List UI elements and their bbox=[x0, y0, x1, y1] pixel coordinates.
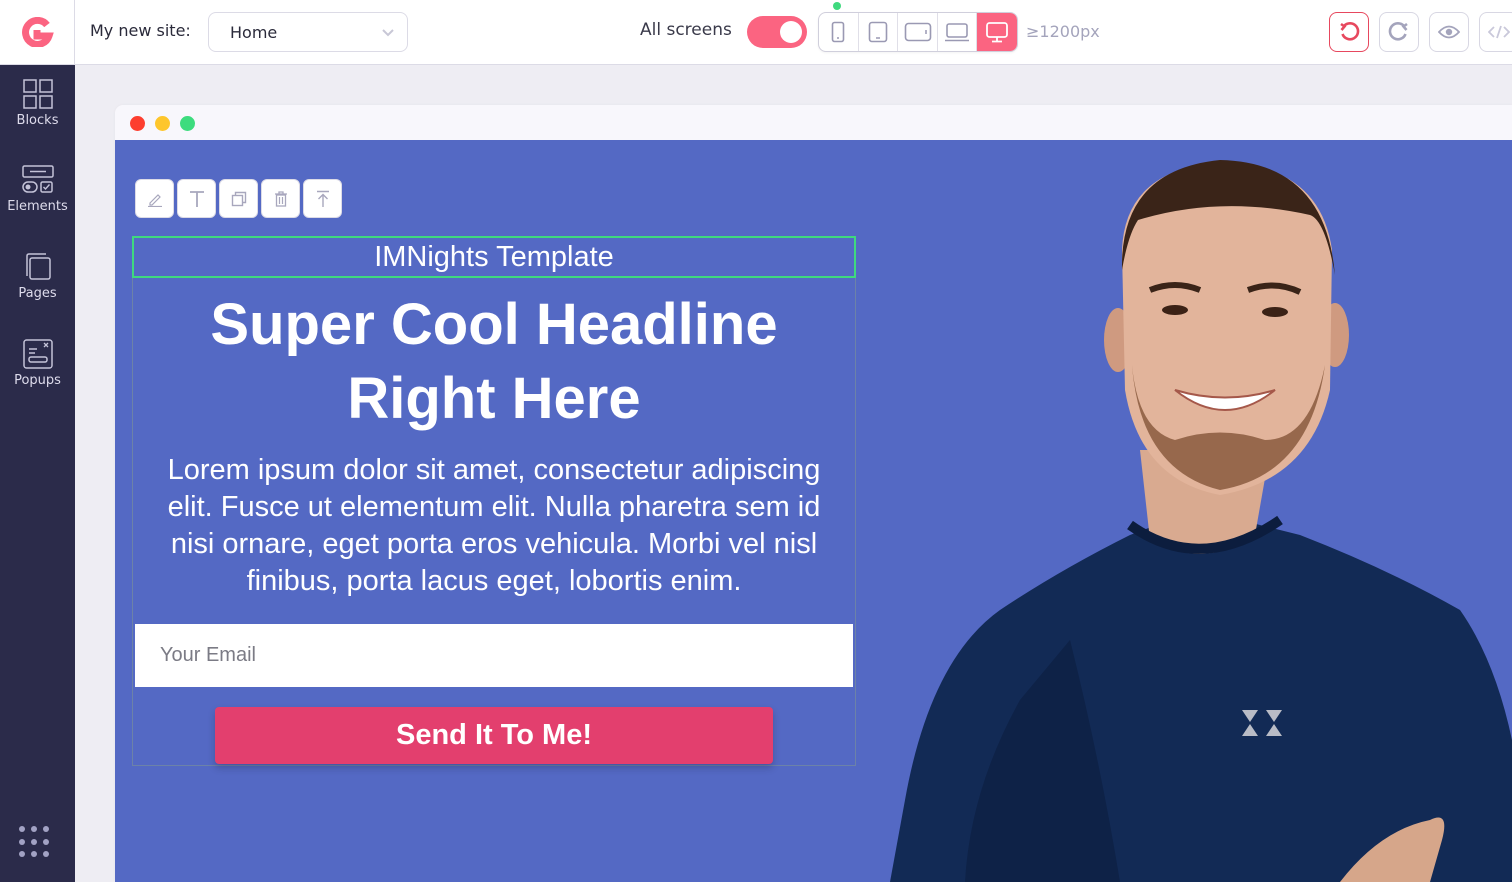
move-to-top-icon bbox=[316, 190, 329, 207]
headline[interactable]: Super Cool Headline Right Here bbox=[132, 288, 856, 436]
preview-button[interactable] bbox=[1429, 12, 1469, 52]
logo-icon bbox=[22, 17, 54, 47]
pencil-icon bbox=[147, 193, 162, 207]
selected-text-element[interactable]: IMNights Template bbox=[132, 236, 856, 278]
device-desktop-button[interactable] bbox=[977, 13, 1017, 51]
all-screens-label: All screens bbox=[640, 20, 732, 40]
redo-button[interactable] bbox=[1379, 12, 1419, 52]
sidebar-item-label: Pages bbox=[18, 286, 57, 301]
apps-grid-icon[interactable] bbox=[19, 826, 51, 858]
sidebar-item-label: Elements bbox=[7, 199, 68, 214]
duplicate-button[interactable] bbox=[219, 179, 258, 218]
device-mobile-button[interactable] bbox=[819, 13, 859, 51]
maximize-dot-icon bbox=[180, 116, 195, 131]
popups-icon bbox=[22, 339, 53, 369]
minimize-dot-icon bbox=[155, 116, 170, 131]
landing-page: IMNights Template Super Cool Headline Ri… bbox=[115, 140, 1512, 882]
edit-button[interactable] bbox=[135, 179, 174, 218]
active-device-indicator bbox=[833, 2, 841, 10]
person-image bbox=[890, 160, 1512, 882]
close-dot-icon bbox=[130, 116, 145, 131]
desktop-icon bbox=[986, 22, 1009, 43]
mobile-icon bbox=[831, 21, 845, 43]
window-controls bbox=[130, 116, 195, 131]
site-label: My new site: bbox=[90, 21, 191, 40]
sidebar-item-label: Blocks bbox=[16, 113, 59, 128]
blocks-icon bbox=[22, 79, 53, 109]
code-icon bbox=[1488, 25, 1510, 39]
text-button[interactable] bbox=[177, 179, 216, 218]
sidebar-item-label: Popups bbox=[14, 373, 61, 388]
tablet-portrait-icon bbox=[868, 21, 888, 43]
device-tablet-landscape-button[interactable] bbox=[898, 13, 938, 51]
all-screens-toggle[interactable] bbox=[747, 16, 807, 48]
body-text[interactable]: Lorem ipsum dolor sit amet, consectetur … bbox=[145, 452, 843, 600]
sidebar-item-blocks[interactable]: Blocks bbox=[0, 79, 75, 159]
sidebar-item-elements[interactable]: Elements bbox=[0, 165, 75, 245]
trash-icon bbox=[274, 190, 287, 207]
chevron-down-icon bbox=[382, 29, 394, 37]
tablet-landscape-icon bbox=[904, 22, 931, 42]
duplicate-icon bbox=[231, 191, 246, 206]
brand-logo[interactable] bbox=[0, 0, 75, 64]
undo-button[interactable] bbox=[1329, 12, 1369, 52]
preview-window: IMNights Template Super Cool Headline Ri… bbox=[115, 105, 1512, 882]
sidebar-item-popups[interactable]: Popups bbox=[0, 339, 75, 419]
pages-icon bbox=[25, 253, 51, 280]
device-switcher bbox=[818, 12, 1018, 52]
redo-icon bbox=[1388, 21, 1408, 41]
code-button[interactable] bbox=[1479, 12, 1512, 52]
toggle-knob bbox=[780, 21, 802, 43]
breakpoint-label: ≥1200px bbox=[1026, 22, 1100, 41]
undo-icon bbox=[1340, 21, 1360, 41]
device-tablet-portrait-button[interactable] bbox=[859, 13, 899, 51]
email-input[interactable] bbox=[135, 624, 853, 687]
elements-icon bbox=[21, 165, 54, 193]
page-select-value: Home bbox=[230, 23, 278, 42]
element-toolbar bbox=[135, 179, 342, 218]
laptop-icon bbox=[945, 23, 970, 42]
delete-button[interactable] bbox=[261, 179, 300, 218]
eye-icon bbox=[1438, 25, 1460, 39]
page-select[interactable]: Home bbox=[208, 12, 408, 52]
move-up-button[interactable] bbox=[303, 179, 342, 218]
top-bar: My new site: Home All screens ≥1200px bbox=[0, 0, 1512, 65]
sidebar-item-pages[interactable]: Pages bbox=[0, 252, 75, 332]
sidebar: Blocks Elements Pages Popups bbox=[0, 65, 75, 882]
text-icon bbox=[189, 190, 204, 207]
send-it-button[interactable]: Send It To Me! bbox=[215, 707, 773, 764]
device-laptop-button[interactable] bbox=[938, 13, 978, 51]
